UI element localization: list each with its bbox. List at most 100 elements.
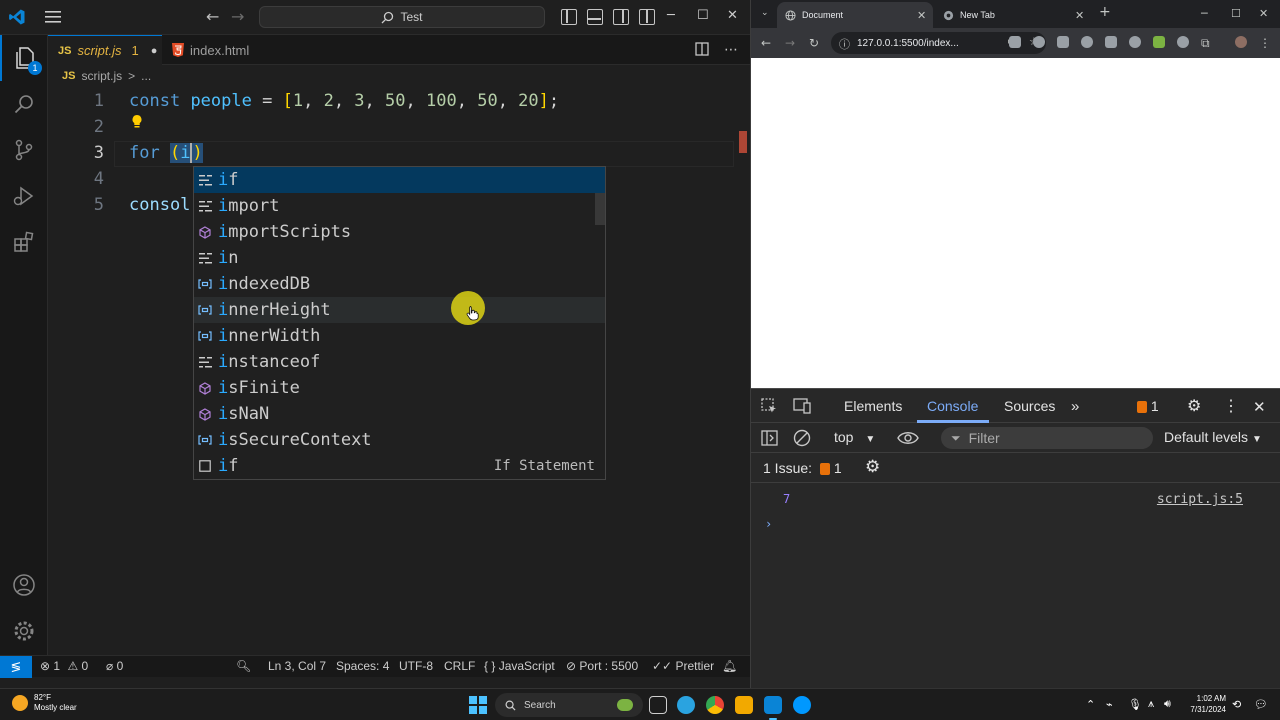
telegram-icon[interactable] — [677, 696, 695, 714]
source-control-icon[interactable] — [0, 127, 48, 173]
new-tab-plus-icon[interactable]: + — [1099, 4, 1111, 20]
toggle-panel-icon[interactable] — [587, 9, 603, 25]
extension-icon[interactable] — [1009, 36, 1021, 48]
console-settings-gear-icon[interactable]: ⚙ — [865, 457, 880, 477]
console-prompt[interactable]: › — [751, 513, 1280, 539]
extension-icon[interactable] — [1081, 36, 1093, 48]
sidebar-toggle-icon[interactable] — [761, 430, 778, 446]
live-server-port[interactable]: ⊘ Port : 5500 — [566, 659, 638, 673]
tab-script-js[interactable]: JS script.js 1 ● — [48, 35, 162, 65]
split-editor-icon[interactable] — [695, 42, 709, 56]
suggestion-item[interactable]: i f If Statement — [194, 453, 605, 479]
line-ending[interactable]: CRLF — [444, 659, 475, 673]
suggestion-item[interactable]: i mportScripts — [194, 219, 605, 245]
wifi-icon[interactable]: ⩚ — [1148, 698, 1154, 711]
tab-new-tab[interactable]: New Tab ✕ — [935, 2, 1091, 28]
device-toolbar-icon[interactable] — [793, 398, 812, 415]
tab-sources[interactable]: Sources — [1004, 398, 1055, 414]
close-tab-icon[interactable]: ✕ — [917, 9, 926, 22]
customize-layout-icon[interactable] — [639, 9, 655, 25]
page-viewport[interactable] — [751, 58, 1280, 388]
more-tabs-chevron-icon[interactable]: » — [1071, 398, 1079, 415]
minimize-icon[interactable]: ─ — [1201, 7, 1208, 20]
weather-widget[interactable]: 82°F Mostly clear — [12, 693, 77, 713]
hamburger-menu-icon[interactable] — [44, 9, 62, 25]
tab-search-chevron-icon[interactable]: ⌄ — [761, 8, 769, 18]
language-mode[interactable]: { } JavaScript — [484, 659, 555, 673]
file-explorer-icon[interactable] — [735, 696, 753, 714]
suggestion-item[interactable]: i sSecureContext — [194, 427, 605, 453]
breadcrumb-more[interactable]: ... — [141, 69, 151, 83]
problems-status[interactable]: ⊗ 1 ⚠ 0 — [40, 659, 88, 673]
tab-document[interactable]: Document ✕ — [777, 2, 933, 28]
close-window-icon[interactable]: ✕ — [1259, 7, 1268, 20]
lightbulb-icon[interactable] — [131, 114, 143, 130]
forward-arrow-icon[interactable]: → — [231, 8, 244, 26]
suggestion-item[interactable]: i nnerHeight — [194, 297, 605, 323]
encoding[interactable]: UTF-8 — [399, 659, 433, 673]
minimize-icon[interactable]: ─ — [667, 8, 675, 23]
profile-avatar[interactable] — [1235, 36, 1247, 48]
extension-icon[interactable] — [1153, 36, 1165, 48]
console-source-link[interactable]: script.js:5 — [1157, 492, 1243, 507]
windows-start-icon[interactable] — [469, 696, 487, 714]
more-actions-icon[interactable]: ⋯ — [724, 42, 738, 58]
unsaved-dot-icon[interactable]: ● — [151, 45, 158, 57]
suggestion-item[interactable]: i ndexedDB — [194, 271, 605, 297]
toggle-primary-sidebar-icon[interactable] — [561, 9, 577, 25]
volume-icon[interactable]: 🔊︎ — [1164, 698, 1171, 711]
autocomplete-widget[interactable]: i f i mport i mportScripts i n i ndexedDB i nnerHei… — [193, 166, 606, 480]
run-debug-icon[interactable] — [0, 173, 48, 219]
explorer-icon[interactable]: 1 — [0, 35, 48, 81]
chrome-icon[interactable] — [706, 696, 724, 714]
chat-icon[interactable]: 💬︎ — [1254, 698, 1268, 711]
notification-center-icon[interactable]: ⟲ — [1232, 698, 1241, 711]
close-devtools-icon[interactable]: ✕ — [1253, 398, 1266, 416]
indentation[interactable]: Spaces: 4 — [336, 659, 389, 673]
back-icon[interactable]: ← — [761, 36, 771, 50]
issues-counter[interactable]: 1 — [1137, 398, 1159, 414]
tab-elements[interactable]: Elements — [844, 398, 902, 414]
reload-icon[interactable]: ↻ — [809, 36, 819, 50]
maximize-icon[interactable]: ☐ — [697, 8, 709, 23]
skype-icon[interactable] — [793, 696, 811, 714]
command-center[interactable]: Test — [259, 6, 545, 28]
back-arrow-icon[interactable]: ← — [206, 8, 219, 26]
system-clock[interactable]: 1:02 AM 7/31/2024 — [1190, 693, 1226, 715]
live-expression-eye-icon[interactable] — [897, 431, 919, 445]
suggestion-item[interactable]: i nnerWidth — [194, 323, 605, 349]
suggestion-item[interactable]: i nstanceof — [194, 349, 605, 375]
prettier-status[interactable]: ✓✓ Prettier — [652, 659, 714, 673]
toggle-secondary-sidebar-icon[interactable] — [613, 9, 629, 25]
manage-gear-icon[interactable] — [0, 608, 48, 654]
microphone-icon[interactable]: 🎙︎ — [1128, 698, 1142, 711]
suggestion-item[interactable]: i sNaN — [194, 401, 605, 427]
cursor-position[interactable]: Ln 3, Col 7 — [268, 659, 326, 673]
suggestion-item[interactable]: i mport — [194, 193, 605, 219]
zoom-icon[interactable]: 🔍︎ — [236, 659, 251, 673]
task-view-icon[interactable] — [649, 696, 667, 714]
network-icon[interactable]: ⌁ — [1106, 698, 1113, 711]
devtools-settings-gear-icon[interactable]: ⚙ — [1187, 396, 1201, 416]
devtools-menu-icon[interactable]: ⋮ — [1223, 396, 1239, 416]
search-view-icon[interactable] — [0, 81, 48, 127]
clear-console-icon[interactable] — [793, 429, 811, 447]
console-filter-input[interactable]: ⏷ Filter — [941, 427, 1153, 449]
breadcrumb-file[interactable]: script.js — [81, 69, 122, 83]
maximize-icon[interactable]: ☐ — [1231, 7, 1241, 20]
tray-chevron-icon[interactable]: ⌃ — [1086, 698, 1095, 711]
tab-console[interactable]: Console — [927, 398, 978, 414]
extensions-puzzle-icon[interactable]: ⧉ — [1201, 36, 1210, 50]
close-tab-icon[interactable]: ✕ — [1075, 9, 1084, 22]
vscode-taskbar-icon[interactable] — [764, 696, 782, 720]
issues-link[interactable]: 1 Issue: 1 — [763, 460, 842, 476]
log-levels-dropdown[interactable]: Default levels ▼ — [1164, 429, 1262, 445]
chrome-menu-icon[interactable]: ⋮ — [1259, 36, 1271, 50]
extension-icon[interactable] — [1129, 36, 1141, 48]
suggestion-item[interactable]: in — [194, 245, 605, 271]
extension-icon[interactable] — [1177, 36, 1189, 48]
inspect-element-icon[interactable] — [761, 398, 778, 415]
extension-icon[interactable] — [1033, 36, 1045, 48]
extensions-icon[interactable] — [0, 219, 48, 265]
close-window-icon[interactable]: ✕ — [727, 8, 738, 23]
